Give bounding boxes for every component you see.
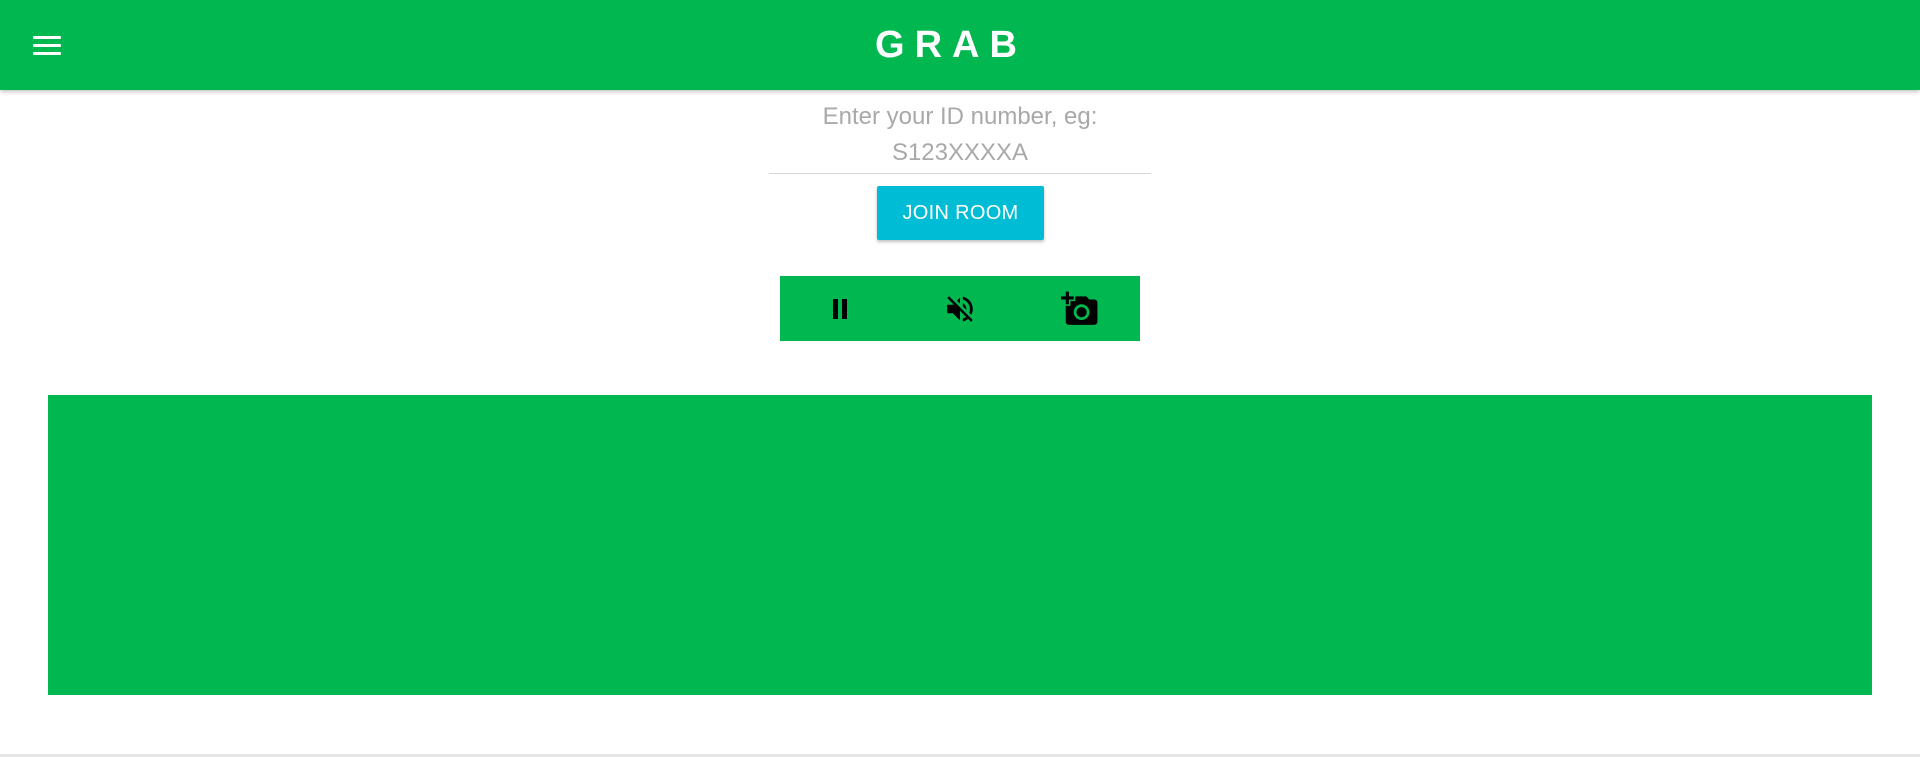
id-number-input[interactable]: Enter your ID number, eg: S123XXXXA — [769, 96, 1151, 174]
pause-icon — [833, 298, 847, 319]
media-controls-bar — [780, 276, 1140, 341]
id-number-placeholder: Enter your ID number, eg: S123XXXXA — [822, 102, 1098, 166]
footer-divider — [0, 754, 1920, 757]
snapshot-button[interactable] — [1020, 276, 1140, 341]
volume-off-icon — [947, 295, 973, 322]
app-bar: GRAB — [0, 0, 1920, 90]
add-photo-icon — [1061, 291, 1098, 325]
pause-button[interactable] — [780, 276, 900, 341]
join-room-button[interactable]: JOIN ROOM — [877, 186, 1044, 240]
video-display-area — [48, 395, 1872, 695]
mute-button[interactable] — [900, 276, 1020, 341]
app-title: GRAB — [875, 23, 1027, 66]
